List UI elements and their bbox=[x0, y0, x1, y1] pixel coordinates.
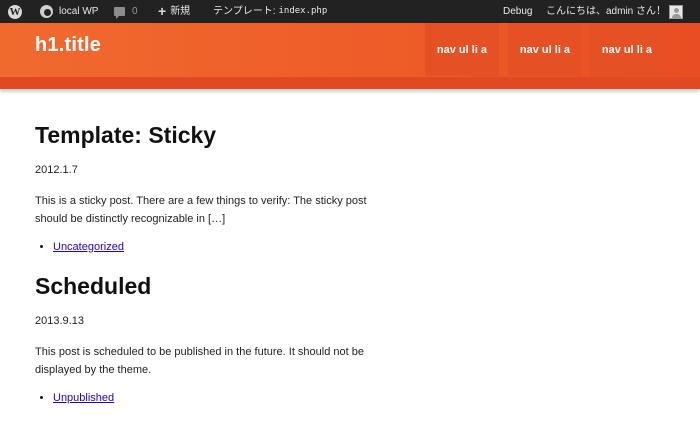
template-label: テンプレート: bbox=[213, 6, 276, 17]
nav-link-1[interactable]: nav ul li a bbox=[425, 23, 499, 76]
debug-menu[interactable]: Debug bbox=[503, 0, 532, 23]
comment-icon bbox=[114, 6, 125, 19]
new-label: 新規 bbox=[170, 6, 191, 17]
avatar-icon bbox=[669, 4, 684, 19]
post-title[interactable]: Template: Sticky bbox=[35, 121, 395, 149]
debug-label: Debug bbox=[503, 6, 533, 17]
category-link[interactable]: Uncategorized bbox=[53, 241, 124, 253]
comments-menu[interactable]: 0 bbox=[114, 0, 138, 23]
home-icon bbox=[40, 5, 53, 18]
template-file: index.php bbox=[278, 6, 328, 16]
site-name-label: local WP bbox=[59, 6, 99, 17]
category-link[interactable]: Unpublished bbox=[53, 392, 114, 404]
nav-link-3[interactable]: nav ul li a bbox=[590, 23, 664, 76]
plus-icon: + bbox=[158, 3, 167, 19]
post-excerpt: This is a sticky post. There are a few t… bbox=[35, 195, 367, 225]
site-name-menu[interactable]: local WP bbox=[40, 0, 98, 23]
template-menu[interactable]: テンプレート: index.php bbox=[213, 0, 327, 23]
my-account-menu[interactable]: こんにちは、admin さん！ bbox=[546, 0, 684, 23]
category-list: Unpublished bbox=[35, 392, 395, 404]
post-article: Template: Sticky 2012.1.7 This is a stic… bbox=[35, 121, 395, 253]
wordpress-logo-icon: W bbox=[8, 4, 22, 19]
comments-count: 0 bbox=[132, 6, 138, 17]
category-list: Uncategorized bbox=[35, 241, 395, 253]
site-title[interactable]: h1.title bbox=[35, 34, 101, 57]
site-header: h1.title nav ul li a nav ul li a nav ul … bbox=[0, 23, 700, 89]
category-item: Uncategorized bbox=[53, 241, 395, 253]
wp-logo-menu[interactable]: W bbox=[8, 0, 22, 23]
post-date: 2012.1.7 bbox=[35, 164, 78, 176]
nav-link-2[interactable]: nav ul li a bbox=[508, 23, 582, 76]
post-article: Scheduled 2013.9.13 This post is schedul… bbox=[35, 272, 395, 404]
post-excerpt: This post is scheduled to be published i… bbox=[35, 346, 364, 376]
post-date: 2013.9.13 bbox=[35, 315, 84, 327]
new-content-menu[interactable]: + 新規 bbox=[158, 0, 190, 23]
category-item: Unpublished bbox=[53, 392, 395, 404]
post-title[interactable]: Scheduled bbox=[35, 272, 395, 300]
admin-bar: W local WP 0 + 新規 テンプレート: index.php Debu… bbox=[0, 0, 700, 23]
greeting-label: こんにちは、admin さん！ bbox=[546, 6, 667, 17]
main-content: Template: Sticky 2012.1.7 This is a stic… bbox=[35, 121, 395, 404]
